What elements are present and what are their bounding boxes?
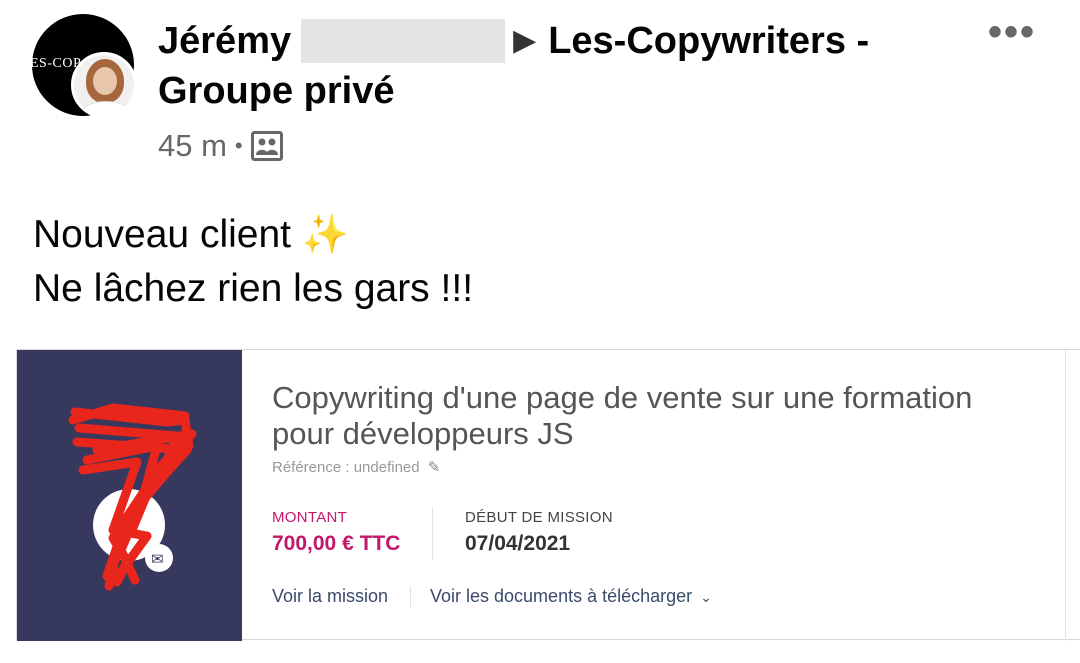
author-name[interactable]: Jérémy: [158, 20, 291, 62]
post-title: Jérémy ▶ Les-Copywriters - Groupe privé: [158, 16, 958, 116]
start-date-value: 07/04/2021: [465, 532, 571, 555]
mission-title[interactable]: Copywriting d'une page de vente sur une …: [272, 380, 1032, 452]
mission-card[interactable]: ✉ Copywriting d'une page de vente sur un…: [16, 349, 1080, 641]
view-documents-link[interactable]: Voir les documents à télécharger ⌄: [430, 586, 712, 607]
start-date-label: DÉBUT DE MISSION: [465, 509, 613, 526]
user-avatar[interactable]: [71, 52, 137, 118]
group-name[interactable]: Les-Copywriters -: [548, 20, 869, 62]
card-logo-panel: ✉: [17, 350, 242, 641]
reference-line: Référence : undefined ✎: [272, 458, 440, 476]
redacted-logo-scribble: ✉: [68, 403, 197, 591]
pencil-icon[interactable]: ✎: [428, 459, 441, 476]
chevron-down-icon[interactable]: ⌄: [700, 589, 712, 605]
reference-text: Référence : undefined: [272, 459, 420, 476]
post-body: Nouveau client ✨ Ne lâchez rien les gars…: [33, 208, 473, 316]
group-name-continued[interactable]: Groupe privé: [158, 70, 395, 112]
divider: [432, 508, 433, 560]
post-meta: 45 m •: [158, 128, 283, 164]
group-audience-icon[interactable]: [250, 131, 283, 161]
amount-value: 700,00 € TTC: [272, 532, 401, 555]
view-mission-link[interactable]: Voir la mission: [272, 586, 388, 607]
sparkles-icon: ✨: [301, 214, 350, 256]
divider: [1065, 350, 1066, 641]
avatar[interactable]: ES-COP: [32, 14, 138, 118]
post-text-line-2: Ne lâchez rien les gars !!!: [33, 267, 474, 310]
redacted-surname: [301, 19, 506, 63]
meta-separator: •: [234, 133, 243, 158]
amount-label: MONTANT: [272, 509, 348, 526]
arrow-right-icon: ▶: [513, 24, 537, 57]
timestamp[interactable]: 45 m: [158, 128, 227, 164]
mail-icon: ✉: [151, 550, 164, 568]
view-documents-label[interactable]: Voir les documents à télécharger: [430, 586, 692, 606]
more-options-icon[interactable]: •••: [988, 12, 1036, 52]
post-text-line-1: Nouveau client: [33, 213, 291, 256]
divider: [410, 586, 411, 608]
